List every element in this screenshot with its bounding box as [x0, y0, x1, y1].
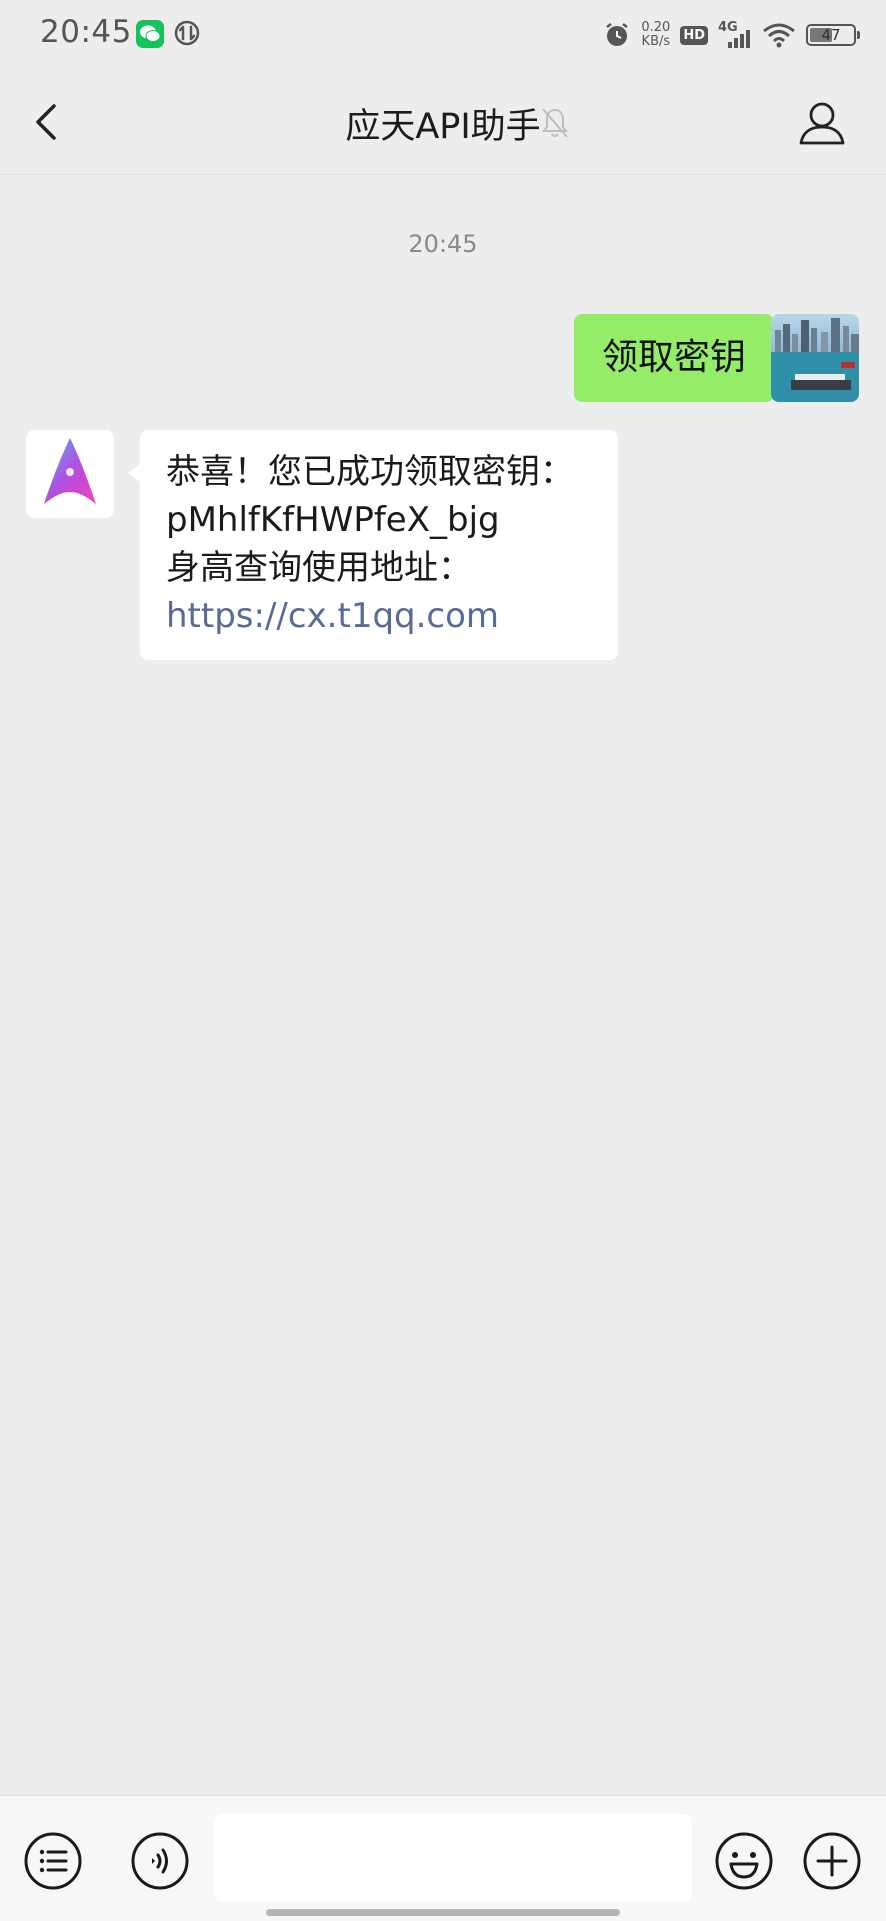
- query-url-link[interactable]: https://cx.t1qq.com: [166, 592, 592, 640]
- message-timestamp: 20:45: [408, 230, 478, 258]
- network-speed: 0.20 KB/s: [641, 21, 670, 49]
- network-speed-value: 0.20: [641, 20, 671, 35]
- profile-icon: [799, 102, 845, 145]
- voice-button[interactable]: [130, 1831, 190, 1891]
- emoji-button[interactable]: [714, 1831, 774, 1891]
- menu-list-icon: [24, 1832, 82, 1890]
- mute-bell-icon: [540, 106, 570, 140]
- status-bar: 20:45 0.20 KB/s HD 4G 47: [0, 0, 886, 70]
- user-avatar[interactable]: [771, 314, 859, 402]
- outgoing-message[interactable]: 领取密钥: [573, 314, 787, 402]
- battery-icon: 47: [806, 24, 860, 46]
- alarm-icon: [606, 23, 629, 46]
- status-time: 20:45: [40, 14, 132, 50]
- hd-badge: HD: [680, 25, 708, 45]
- incoming-message[interactable]: 恭喜！您已成功领取密钥： pMhlfKfHWPfeX_bjg 身高查询使用地址：…: [128, 430, 618, 660]
- api-key-text: pMhlfKfHWPfeX_bjg: [166, 500, 500, 540]
- chat-title: 应天API助手: [345, 107, 541, 147]
- outgoing-message-text: 领取密钥: [573, 314, 787, 402]
- battery-level: 47: [821, 26, 841, 44]
- sync-icon: [173, 19, 201, 47]
- plus-icon: [803, 1832, 861, 1890]
- wechat-notification-icon: [136, 20, 164, 48]
- status-right-icons: 0.20 KB/s HD 4G 47: [603, 17, 860, 53]
- network-speed-unit: KB/s: [641, 34, 671, 49]
- more-button[interactable]: [802, 1831, 862, 1891]
- bot-avatar[interactable]: [26, 430, 114, 518]
- wifi-icon: [763, 23, 795, 48]
- home-indicator[interactable]: [266, 1909, 620, 1916]
- voice-icon: [131, 1832, 189, 1890]
- cellular-signal-icon: 4G: [718, 20, 752, 50]
- input-bar: [0, 1795, 886, 1921]
- incoming-message-line-1: 恭喜！您已成功领取密钥：: [166, 452, 574, 492]
- emoji-icon: [715, 1832, 773, 1890]
- message-input[interactable]: [214, 1814, 692, 1902]
- incoming-message-line-3: 身高查询使用地址：: [166, 548, 472, 588]
- menu-button[interactable]: [23, 1831, 83, 1891]
- chat-header: 应天API助手: [0, 70, 886, 175]
- profile-button[interactable]: [798, 100, 846, 146]
